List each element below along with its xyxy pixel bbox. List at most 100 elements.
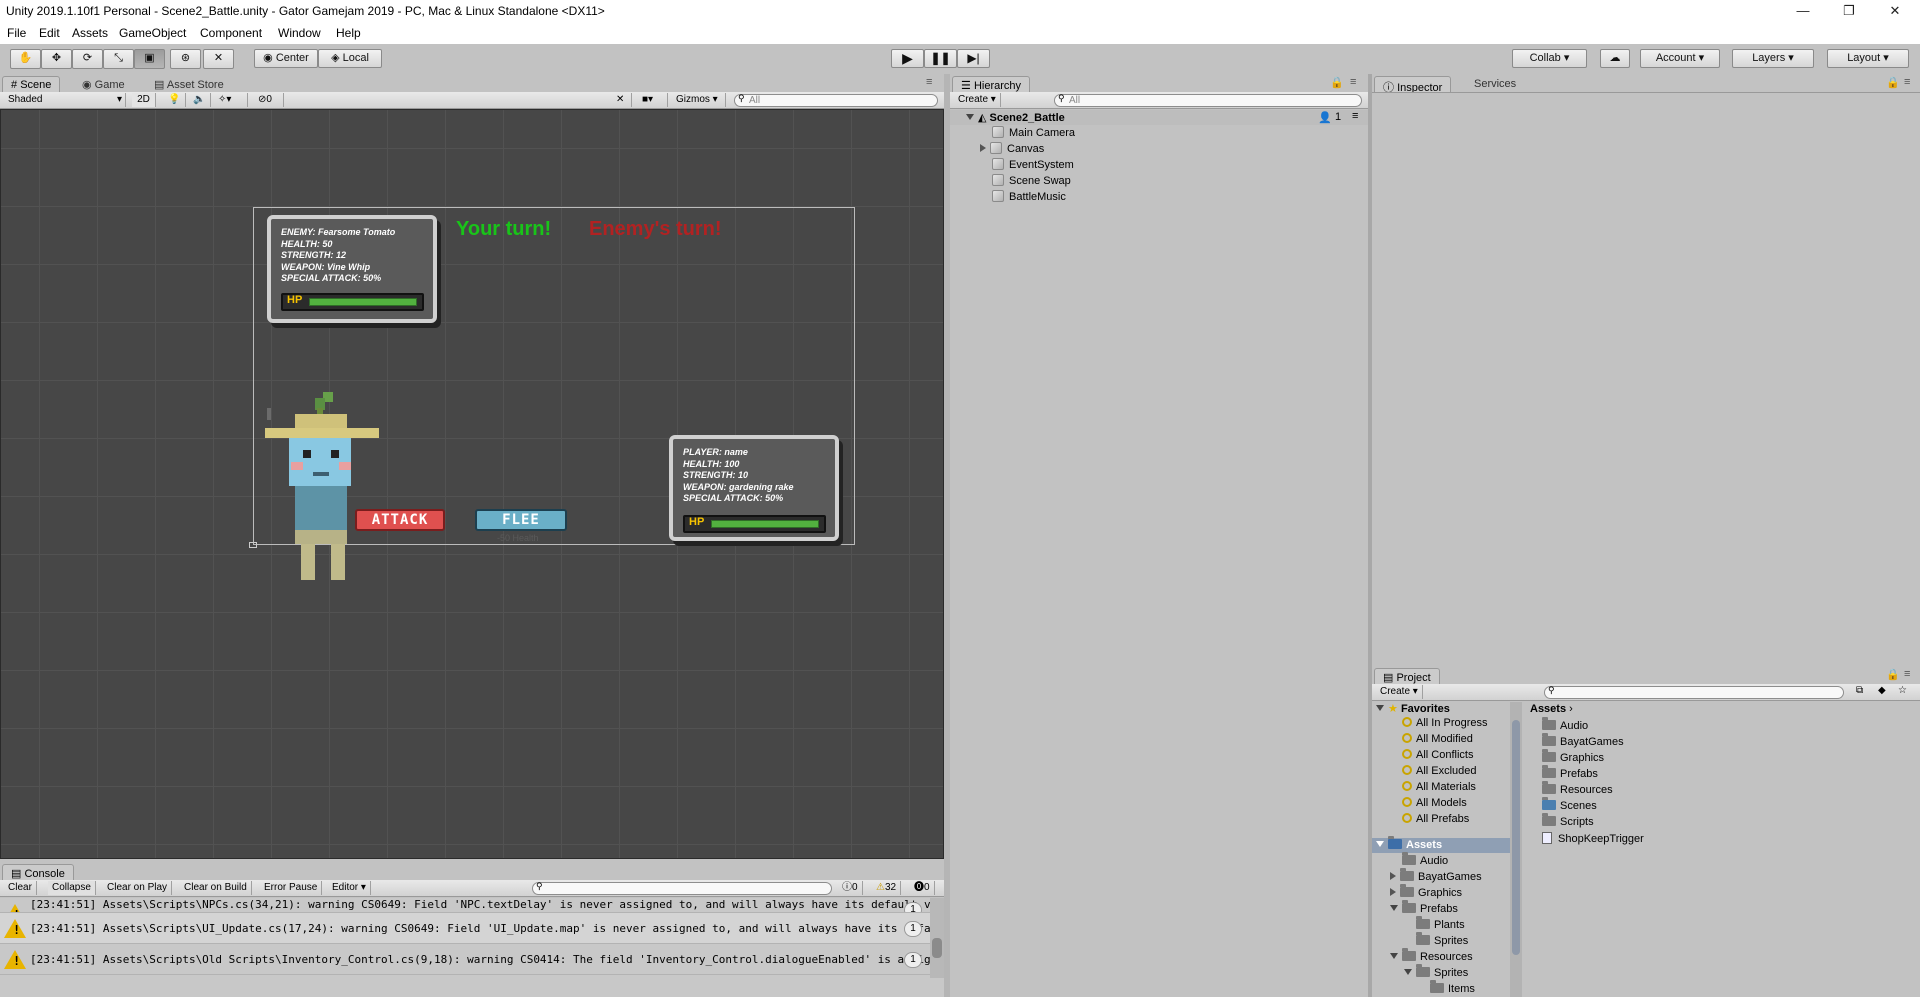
custom-tool-button[interactable]: ✕ <box>203 49 234 69</box>
console-scrollbar[interactable] <box>930 898 944 978</box>
scale-tool-button[interactable]: ⤡ <box>103 49 134 69</box>
menu-gameobject[interactable]: GameObject <box>119 26 186 40</box>
folder-tree-item[interactable]: Items <box>1430 980 1475 995</box>
pivot-center-button[interactable]: ◉ Center <box>254 49 318 68</box>
tab-asset-store[interactable]: ▤ Asset Store <box>146 76 232 92</box>
scene-menu-icon[interactable]: ≡ <box>1352 110 1358 122</box>
tab-hierarchy[interactable]: ☰ Hierarchy <box>952 76 1031 92</box>
favorite-star-icon[interactable]: ☆ <box>1898 685 1907 696</box>
console-editor-dropdown[interactable]: Editor ▾ <box>328 881 371 895</box>
console-row[interactable]: [23:41:51] Assets\Scripts\UI_Update.cs(1… <box>0 913 944 944</box>
scene-tools-button[interactable]: ✕ <box>612 93 632 107</box>
space-local-button[interactable]: ◈ Local <box>318 49 382 68</box>
folder-tree-item[interactable]: Graphics <box>1390 884 1462 899</box>
scene-viewport[interactable]: ENEMY: Fearsome Tomato HEALTH: 50 STRENG… <box>0 109 944 859</box>
console-search-input[interactable] <box>532 882 832 895</box>
filter-label-icon[interactable]: ◆ <box>1878 685 1886 696</box>
rect-tool-button[interactable]: ▣ <box>134 49 165 69</box>
asset-item[interactable]: Resources <box>1542 781 1613 796</box>
asset-item[interactable]: Scripts <box>1542 813 1594 828</box>
audio-toggle[interactable]: 🔈 <box>189 93 211 107</box>
panel-menu-icon[interactable]: ≡ <box>1904 76 1910 88</box>
hierarchy-item[interactable]: Canvas <box>980 142 1044 155</box>
tab-scene[interactable]: # Scene <box>2 76 61 92</box>
scene-search-input[interactable]: All <box>734 94 938 107</box>
expand-arrow-icon[interactable] <box>1390 872 1396 880</box>
console-error-pause-button[interactable]: Error Pause <box>260 881 323 895</box>
menu-assets[interactable]: Assets <box>72 26 108 40</box>
menu-window[interactable]: Window <box>278 26 321 40</box>
console-scroll-thumb[interactable] <box>932 938 942 958</box>
folder-tree-item[interactable]: Audio <box>1402 852 1448 867</box>
console-clear-button[interactable]: Clear <box>4 881 37 895</box>
project-tree-scroll-thumb[interactable] <box>1512 720 1520 955</box>
step-button[interactable]: ▶| <box>957 49 990 68</box>
lighting-toggle[interactable]: 💡 <box>164 93 186 107</box>
folder-tree-item[interactable]: BayatGames <box>1390 868 1482 883</box>
2d-toggle[interactable]: 2D <box>132 93 156 107</box>
expand-arrow-icon[interactable] <box>1404 969 1412 975</box>
layout-dropdown[interactable]: Layout ▾ <box>1827 49 1909 68</box>
player-sprite[interactable] <box>265 392 380 592</box>
cloud-button[interactable]: ☁ <box>1600 49 1630 68</box>
favorite-item[interactable]: All Prefabs <box>1402 813 1469 825</box>
camera-dropdown[interactable]: ■▾ <box>638 93 668 107</box>
panel-menu-icon[interactable]: ≡ <box>1350 76 1356 88</box>
asset-item[interactable]: Graphics <box>1542 749 1604 764</box>
folder-tree-item[interactable]: Sprites <box>1404 964 1468 979</box>
collab-button[interactable]: Collab ▾ <box>1512 49 1587 68</box>
lock-icon[interactable]: 🔒 <box>1886 668 1900 681</box>
expand-arrow-icon[interactable] <box>980 144 986 152</box>
favorite-item[interactable]: All Materials <box>1402 781 1476 793</box>
hand-tool-button[interactable]: ✋ <box>10 49 41 69</box>
panel-menu-icon[interactable]: ≡ <box>926 76 932 88</box>
hierarchy-item[interactable]: Scene Swap <box>992 174 1071 187</box>
favorite-item[interactable]: All Models <box>1402 797 1467 809</box>
lock-icon[interactable]: 🔒 <box>1886 76 1900 89</box>
shading-mode-dropdown[interactable]: Shaded ▾ <box>4 93 126 107</box>
minimize-button[interactable]: — <box>1780 0 1826 24</box>
canvas-handle[interactable] <box>249 542 257 548</box>
console-clear-on-build-button[interactable]: Clear on Build <box>180 881 252 895</box>
pause-button[interactable]: ❚❚ <box>924 49 957 68</box>
favorite-item[interactable]: All In Progress <box>1402 717 1488 729</box>
console-collapse-button[interactable]: Collapse <box>48 881 96 895</box>
tab-console[interactable]: ▤ Console <box>2 864 74 880</box>
rotate-tool-button[interactable]: ⟳ <box>72 49 103 69</box>
gizmos-dropdown[interactable]: Gizmos ▾ <box>672 93 726 107</box>
account-dropdown[interactable]: Account ▾ <box>1640 49 1720 68</box>
flee-button[interactable]: FLEE <box>475 509 567 531</box>
console-row[interactable]: [23:41:51] Assets\Scripts\Old Scripts\In… <box>0 944 944 975</box>
hierarchy-item[interactable]: Main Camera <box>992 126 1075 139</box>
assets-root-row[interactable]: Assets <box>1372 836 1510 853</box>
favorite-item[interactable]: All Conflicts <box>1402 749 1473 761</box>
lock-icon[interactable]: 🔒 <box>1330 76 1344 89</box>
menu-edit[interactable]: Edit <box>39 26 60 40</box>
expand-arrow-icon[interactable] <box>1390 905 1398 911</box>
folder-tree-item[interactable]: Plants <box>1416 916 1465 931</box>
play-button[interactable]: ▶ <box>891 49 924 68</box>
favorite-item[interactable]: All Modified <box>1402 733 1473 745</box>
project-create-dropdown[interactable]: Create ▾ <box>1376 685 1423 699</box>
folder-tree-item[interactable]: Sprites <box>1416 932 1468 947</box>
console-row[interactable]: [23:41:51] Assets\Scripts\NPCs.cs(34,21)… <box>0 898 944 913</box>
console-warning-filter[interactable]: ⚠32 <box>872 881 902 895</box>
console-info-filter[interactable]: ⓘ0 <box>838 881 863 895</box>
asset-item[interactable]: Scenes <box>1542 797 1597 812</box>
close-button[interactable]: ✕ <box>1872 0 1918 24</box>
expand-arrow-icon[interactable] <box>1390 953 1398 959</box>
hierarchy-item[interactable]: BattleMusic <box>992 190 1066 203</box>
hierarchy-search-input[interactable]: All <box>1054 94 1362 107</box>
favorite-item[interactable]: All Excluded <box>1402 765 1477 777</box>
menu-help[interactable]: Help <box>336 26 361 40</box>
menu-file[interactable]: File <box>7 26 26 40</box>
filter-type-icon[interactable]: ⧉ <box>1856 685 1863 696</box>
project-tree-scrollbar[interactable] <box>1510 702 1522 997</box>
asset-item[interactable]: ShopKeepTrigger <box>1542 832 1644 845</box>
tab-inspector[interactable]: ⓘ Inspector <box>1374 76 1452 94</box>
attack-button[interactable]: ATTACK <box>355 509 445 531</box>
folder-tree-item[interactable]: Resources <box>1390 948 1473 963</box>
asset-item[interactable]: Audio <box>1542 717 1588 732</box>
maximize-button[interactable]: ❐ <box>1826 0 1872 24</box>
expand-arrow-icon[interactable] <box>1390 888 1396 896</box>
